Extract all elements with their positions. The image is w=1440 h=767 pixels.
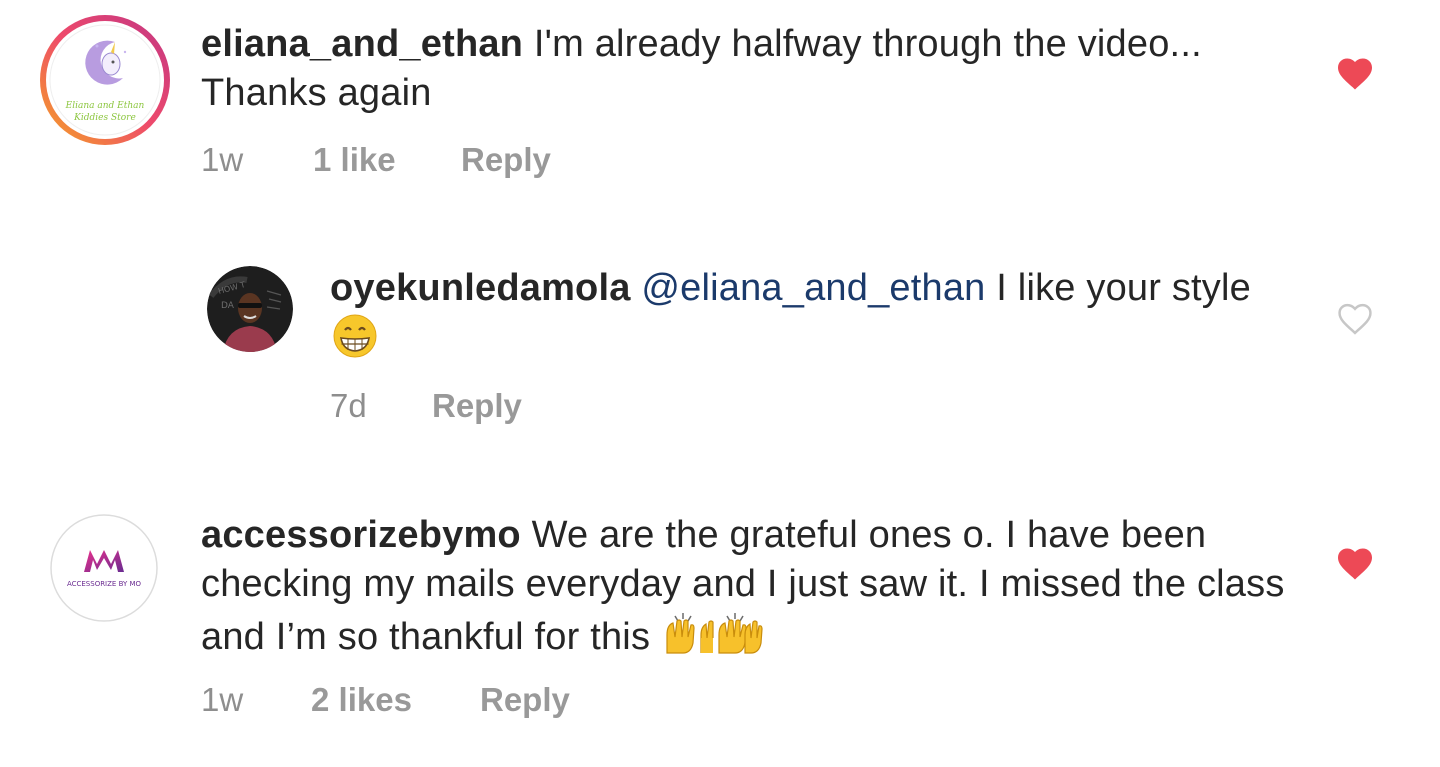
avatar-caption: ACCESSORIZE BY MO bbox=[67, 580, 142, 588]
comment-username[interactable]: accessorizebymo bbox=[201, 514, 521, 556]
reply-meta: 7d Reply bbox=[330, 387, 730, 427]
unicorn-store-logo-icon: Eliana and Ethan Kiddies Store bbox=[40, 15, 170, 145]
avatar[interactable]: ACCESSORIZE BY MO bbox=[50, 514, 158, 622]
accessorize-by-mo-logo-icon: ACCESSORIZE BY MO bbox=[50, 514, 158, 622]
avatar[interactable]: HOW T DA bbox=[207, 266, 293, 352]
reply-text: I like your style bbox=[996, 267, 1251, 309]
avatar-caption-line1: Eliana and Ethan bbox=[65, 101, 145, 111]
heart-outline-icon[interactable] bbox=[1336, 302, 1374, 336]
comment-likes-button[interactable]: 1 like bbox=[313, 141, 396, 179]
comment-likes-button[interactable]: 2 likes bbox=[311, 681, 412, 719]
profile-photo-icon: HOW T DA bbox=[207, 266, 293, 352]
avatar[interactable]: Eliana and Ethan Kiddies Store bbox=[37, 12, 173, 148]
comment-time: 1w bbox=[201, 681, 244, 718]
mention-link[interactable]: @eliana_and_ethan bbox=[641, 267, 985, 309]
comment-body: eliana_and_ethan I'm already halfway thr… bbox=[201, 20, 1311, 118]
grinning-face-icon bbox=[333, 314, 377, 358]
comment-meta: 1w 2 likes Reply bbox=[201, 681, 701, 721]
reply-button[interactable]: Reply bbox=[461, 141, 551, 179]
reply-username[interactable]: oyekunledamola bbox=[330, 267, 631, 309]
comment-body: accessorizebymo We are the grateful ones… bbox=[201, 511, 1311, 662]
avatar-caption-line2: Kiddies Store bbox=[73, 113, 136, 123]
comment-meta: 1w 1 like Reply bbox=[201, 141, 701, 181]
raising-hands-icon bbox=[666, 613, 763, 654]
svg-text:DA: DA bbox=[221, 301, 235, 311]
heart-filled-icon[interactable] bbox=[1336, 547, 1374, 581]
comment-username[interactable]: eliana_and_ethan bbox=[201, 23, 523, 65]
reply-button[interactable]: Reply bbox=[432, 387, 522, 425]
comment-time: 1w bbox=[201, 141, 244, 178]
reply-time: 7d bbox=[330, 387, 367, 424]
reply-body: oyekunledamola @eliana_and_ethan I like … bbox=[330, 264, 1310, 366]
heart-filled-icon[interactable] bbox=[1336, 57, 1374, 91]
reply-button[interactable]: Reply bbox=[480, 681, 570, 719]
